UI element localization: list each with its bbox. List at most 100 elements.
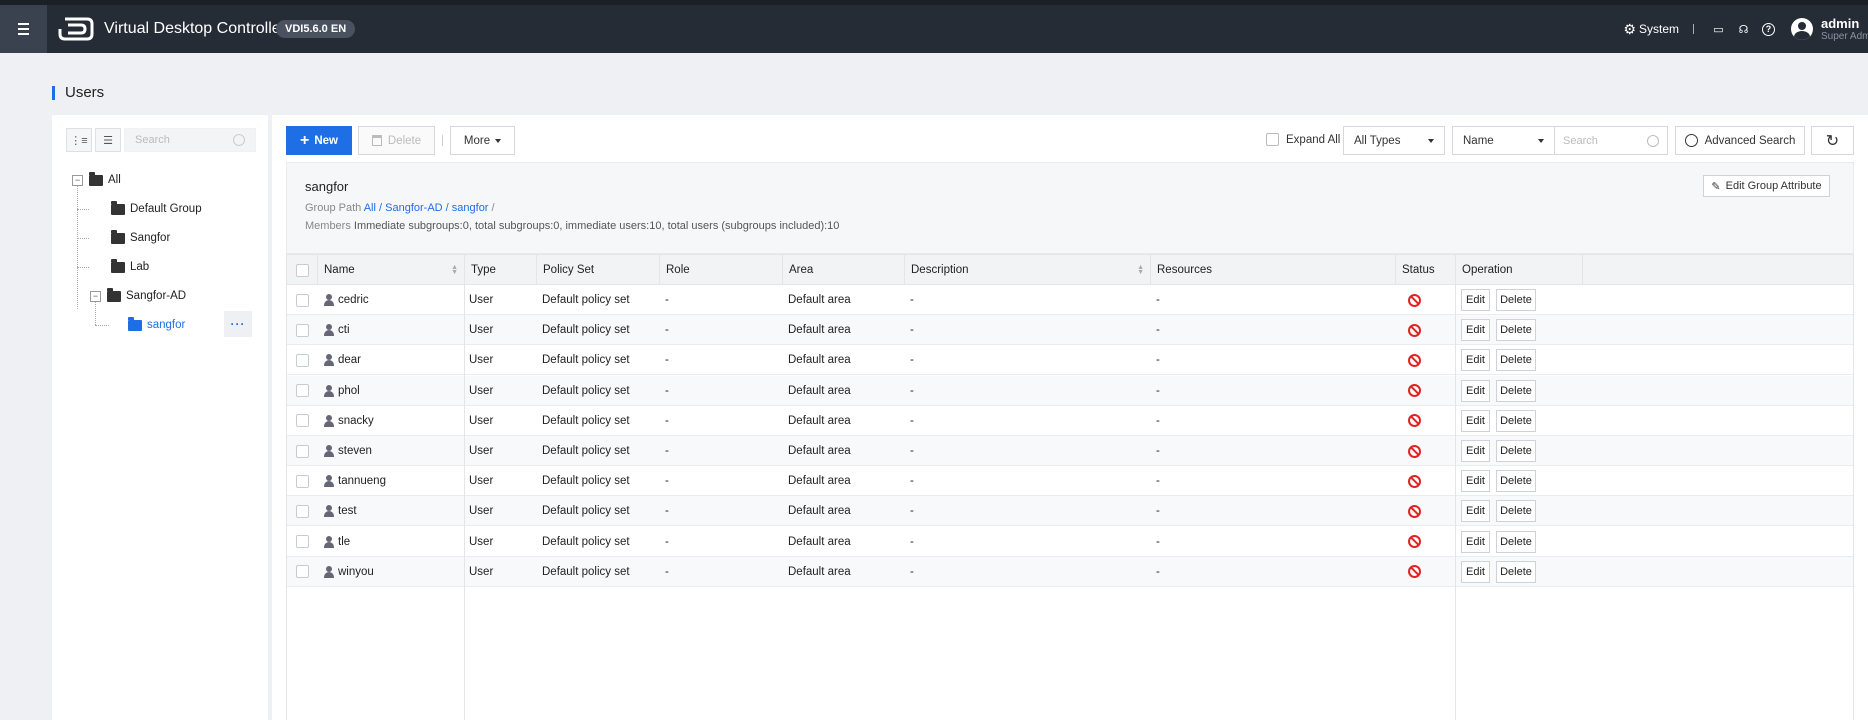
system-menu[interactable]: ⚙ System: [1623, 21, 1679, 38]
table-row[interactable]: tannueng User Default policy set - Default a…: [287, 466, 1853, 497]
table-row[interactable]: dear User Default policy set - Default area -…: [287, 345, 1853, 376]
edit-button[interactable]: Edit: [1461, 289, 1490, 311]
row-checkbox[interactable]: [296, 293, 309, 307]
row-checkbox[interactable]: [296, 444, 309, 458]
users-table: Name ▲ ▼ Type Policy Set Role Area Descri…: [286, 254, 1854, 720]
row-checkbox[interactable]: [296, 323, 309, 337]
delete-row-button[interactable]: Delete: [1496, 440, 1536, 462]
tree-node-sangfor-child[interactable]: sangfor: [128, 315, 185, 335]
more-button[interactable]: More: [450, 126, 515, 155]
row-checkbox[interactable]: [296, 384, 309, 398]
table-header: Name ▲ ▼ Type Policy Set Role Area Descri…: [287, 255, 1853, 285]
hamburger-menu-button[interactable]: [0, 5, 47, 53]
table-row[interactable]: cedric User Default policy set - Default are…: [287, 285, 1853, 315]
table-row[interactable]: test User Default policy set - Default area -…: [287, 496, 1853, 527]
delete-row-button[interactable]: Delete: [1496, 530, 1536, 553]
cell-area: Default area: [788, 414, 851, 427]
edit-button[interactable]: Edit: [1461, 530, 1490, 553]
collapse-icon[interactable]: −: [90, 290, 101, 302]
edit-button[interactable]: Edit: [1461, 500, 1490, 523]
delete-row-button[interactable]: Delete: [1496, 500, 1536, 523]
column-header-description[interactable]: Description ▲ ▼: [904, 255, 1150, 285]
delete-row-button[interactable]: Delete: [1496, 289, 1536, 311]
row-checkbox[interactable]: [296, 474, 309, 488]
tree-node-all[interactable]: − All: [72, 170, 121, 190]
type-filter-select[interactable]: All Types: [1343, 126, 1445, 155]
sort-icon[interactable]: ▲ ▼: [451, 264, 458, 276]
row-checkbox-cell: [296, 345, 309, 375]
breadcrumb-sangfor[interactable]: sangfor: [452, 202, 489, 214]
tree-node-sangfor-ad[interactable]: − Sangfor-AD: [90, 286, 186, 306]
advanced-search-button[interactable]: Advanced Search: [1675, 126, 1805, 155]
edit-button[interactable]: Edit: [1461, 470, 1490, 493]
breadcrumb-sangfor-ad[interactable]: Sangfor-AD: [385, 202, 442, 214]
delete-row-button[interactable]: Delete: [1496, 319, 1536, 342]
search-icon: [1647, 134, 1659, 147]
row-checkbox[interactable]: [296, 565, 309, 579]
expand-all-checkbox[interactable]: Expand All: [1266, 133, 1340, 146]
edit-button[interactable]: Edit: [1461, 379, 1490, 402]
new-button[interactable]: + New: [286, 126, 352, 155]
row-checkbox[interactable]: [296, 504, 309, 518]
table-row[interactable]: steven User Default policy set - Default are…: [287, 436, 1853, 466]
tree-node-sangfor[interactable]: Sangfor: [111, 228, 170, 248]
search-input[interactable]: Search: [1555, 126, 1668, 155]
delete-row-button[interactable]: Delete: [1496, 470, 1536, 493]
headset-icon[interactable]: ☊: [1737, 23, 1750, 36]
tree-node-default-group[interactable]: Default Group: [111, 199, 202, 219]
user-name: winyou: [338, 565, 374, 578]
list-view-button[interactable]: ☰: [95, 128, 121, 152]
table-row[interactable]: cti User Default policy set - Default area - -…: [287, 315, 1853, 346]
tree-node-label: Lab: [130, 261, 150, 273]
sort-icon[interactable]: ▲ ▼: [1137, 264, 1144, 276]
user-name-cell: winyou: [324, 557, 374, 587]
select-all-checkbox[interactable]: [295, 263, 309, 277]
edit-group-attribute-button[interactable]: ✎ Edit Group Attribute: [1703, 175, 1830, 197]
edit-button[interactable]: Edit: [1461, 440, 1490, 462]
row-checkbox[interactable]: [296, 414, 309, 428]
tree-node-more-button[interactable]: ···: [224, 311, 252, 337]
edit-button[interactable]: Edit: [1461, 409, 1490, 432]
operation-cell: Edit Delete: [1461, 345, 1542, 375]
collapse-icon[interactable]: −: [72, 174, 83, 186]
help-icon[interactable]: ?: [1762, 22, 1775, 36]
tree-search-input[interactable]: Search: [124, 128, 256, 152]
refresh-button[interactable]: ↻: [1811, 126, 1854, 155]
checkbox-icon[interactable]: [1266, 133, 1279, 146]
toolbar-divider: [442, 135, 443, 146]
disabled-status-icon: [1408, 474, 1421, 488]
cell-area: Default area: [788, 505, 851, 518]
table-row[interactable]: tle User Default policy set - Default area - -…: [287, 527, 1853, 557]
refresh-icon: ↻: [1825, 132, 1840, 150]
message-icon[interactable]: ▭: [1712, 23, 1725, 36]
edit-button[interactable]: Edit: [1461, 349, 1490, 372]
folder-icon: [111, 200, 125, 215]
table-row[interactable]: phol User Default policy set - Default area -…: [287, 375, 1853, 406]
tree-view-button[interactable]: ⋮≡: [66, 128, 92, 152]
avatar[interactable]: [1791, 18, 1813, 40]
delete-row-button[interactable]: Delete: [1496, 379, 1536, 402]
delete-button[interactable]: Delete: [358, 126, 435, 155]
column-header-operation: Operation: [1455, 255, 1582, 285]
breadcrumb-all[interactable]: All: [364, 202, 376, 214]
search-field-select[interactable]: Name: [1452, 126, 1555, 155]
row-checkbox[interactable]: [296, 353, 309, 367]
status-cell: [1408, 527, 1421, 557]
row-checkbox[interactable]: [296, 535, 309, 549]
delete-row-button[interactable]: Delete: [1496, 349, 1536, 372]
column-header-name[interactable]: Name ▲ ▼: [317, 255, 464, 285]
user-name: steven: [338, 445, 372, 457]
user-icon: [324, 505, 334, 518]
select-all-cell: [287, 255, 317, 285]
edit-button[interactable]: Edit: [1461, 560, 1490, 583]
edit-button[interactable]: Edit: [1461, 319, 1490, 342]
folder-open-icon: [107, 287, 121, 302]
user-info[interactable]: admin Super Admin: [1821, 16, 1868, 42]
column-header-policy-set: Policy Set: [536, 255, 659, 285]
tree-node-lab[interactable]: Lab: [111, 257, 149, 277]
table-row[interactable]: winyou User Default policy set - Default are…: [287, 556, 1853, 587]
delete-row-button[interactable]: Delete: [1496, 560, 1536, 583]
delete-row-button[interactable]: Delete: [1496, 409, 1536, 432]
table-row[interactable]: snacky User Default policy set - Default are…: [287, 406, 1853, 436]
cell-role: -: [665, 354, 669, 367]
